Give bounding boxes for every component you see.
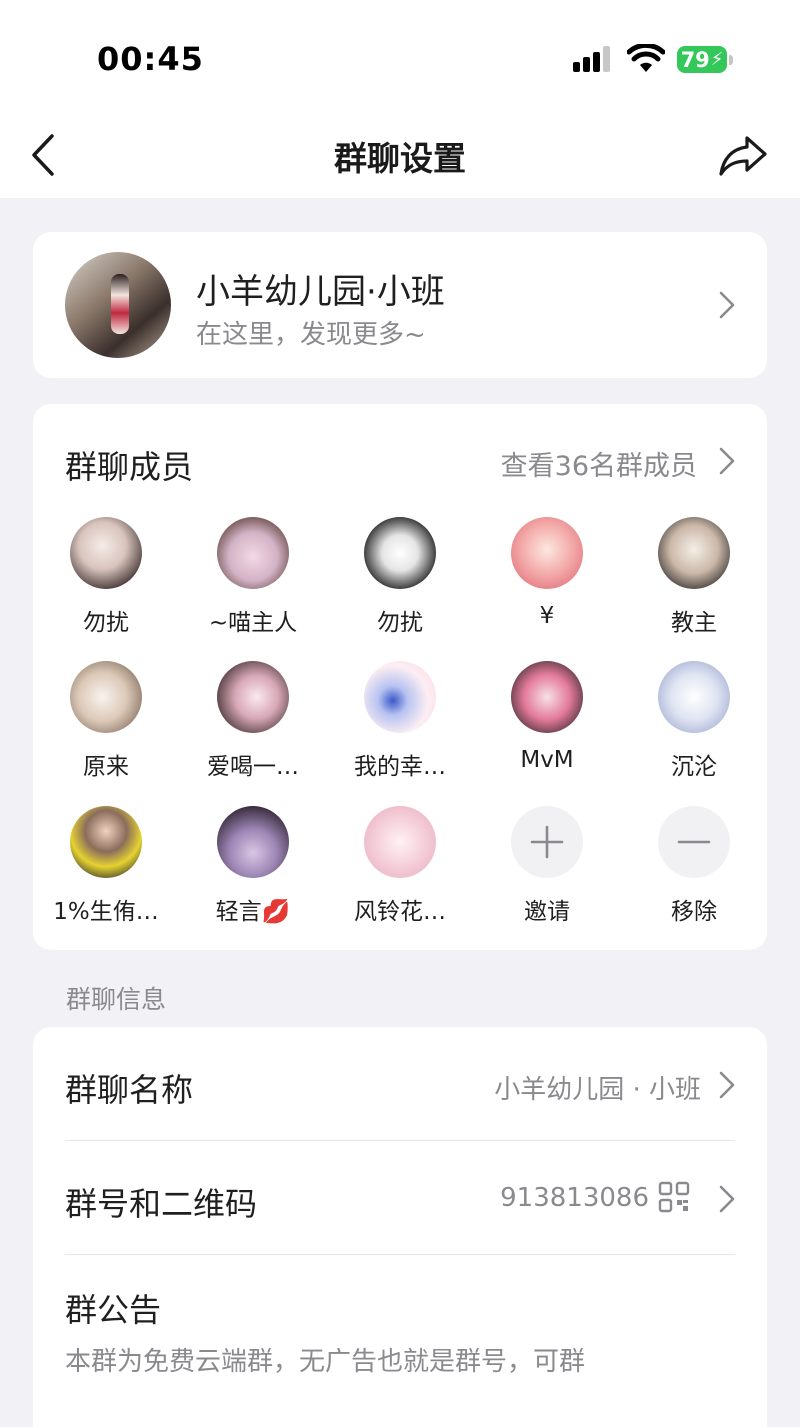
member-item[interactable]: 原来 <box>33 661 179 781</box>
member-avatar <box>217 517 289 589</box>
member-name: 我的幸… <box>354 754 446 780</box>
group-profile-card[interactable]: 小羊幼儿园·小班 在这里，发现更多~ <box>33 232 767 378</box>
member-name: 勿扰 <box>377 610 423 636</box>
share-arrow-icon[interactable] <box>717 132 769 178</box>
member-item[interactable]: ¥ <box>474 517 620 629</box>
group-notice-label: 群公告 <box>65 1291 162 1329</box>
group-info-card: 群聊名称 小羊幼儿园 · 小班 群号和二维码 913813086 群公告 本群为… <box>33 1027 767 1427</box>
member-name: 教主 <box>671 610 717 636</box>
invite-member-button[interactable]: 邀请 <box>474 806 620 926</box>
member-avatar <box>70 806 142 878</box>
battery-level: 79 <box>680 47 710 72</box>
member-item[interactable]: 我的幸… <box>327 661 473 781</box>
member-avatar <box>70 661 142 733</box>
member-name: 勿扰 <box>83 610 129 636</box>
battery-indicator: 79 ⚡ <box>677 46 727 73</box>
member-item[interactable]: 沉沦 <box>621 661 767 781</box>
member-item[interactable]: 爱喝一… <box>180 661 326 781</box>
plus-icon <box>511 806 583 878</box>
member-item[interactable]: 风铃花… <box>327 806 473 926</box>
charging-bolt-icon: ⚡ <box>710 49 724 70</box>
chevron-right-icon <box>719 1071 735 1099</box>
member-avatar <box>364 517 436 589</box>
members-title: 群聊成员 <box>65 448 194 486</box>
group-name: 小羊幼儿园·小班 <box>196 272 445 312</box>
member-name: 沉沦 <box>671 754 717 780</box>
member-name: ~喵主人 <box>208 610 298 636</box>
chevron-right-icon[interactable] <box>719 447 735 475</box>
member-item[interactable]: 勿扰 <box>327 517 473 637</box>
group-number-value: 913813086 <box>500 1183 649 1213</box>
battery-cap <box>729 55 733 65</box>
member-avatar <box>511 661 583 733</box>
group-name-label: 群聊名称 <box>65 1071 194 1109</box>
member-name: 爱喝一… <box>207 754 299 780</box>
remove-label: 移除 <box>671 899 717 925</box>
group-subtitle: 在这里，发现更多~ <box>196 320 426 350</box>
remove-member-button[interactable]: 移除 <box>621 806 767 926</box>
member-avatar <box>217 806 289 878</box>
member-item[interactable]: 教主 <box>621 517 767 637</box>
minus-icon <box>658 806 730 878</box>
member-avatar <box>364 806 436 878</box>
member-name: 风铃花… <box>354 899 446 925</box>
group-notice-text: 本群为免费云端群，无广告也就是群号，可群 <box>65 1347 586 1377</box>
status-time: 00:45 <box>97 40 204 78</box>
member-name: 轻言💋 <box>215 899 291 925</box>
wifi-icon <box>627 44 665 72</box>
member-name: 1%生侑… <box>53 899 159 925</box>
members-card: 群聊成员 查看36名群成员 勿扰 ~喵主人 勿扰 ¥ 教主 原来 爱喝一… 我的… <box>33 404 767 950</box>
invite-label: 邀请 <box>524 899 570 925</box>
member-item[interactable]: ~喵主人 <box>180 517 326 637</box>
qr-code-icon <box>658 1181 690 1213</box>
view-all-members-link[interactable]: 查看36名群成员 <box>501 444 697 483</box>
member-avatar <box>364 661 436 733</box>
member-name: ¥ <box>539 603 555 629</box>
group-number-label: 群号和二维码 <box>65 1185 258 1223</box>
chevron-right-icon <box>719 1185 735 1213</box>
section-label-group-info: 群聊信息 <box>66 985 167 1014</box>
member-avatar <box>70 517 142 589</box>
group-number-row[interactable]: 群号和二维码 913813086 <box>33 1141 767 1255</box>
member-item[interactable]: 勿扰 <box>33 517 179 637</box>
member-name: 原来 <box>83 754 129 780</box>
group-name-value: 小羊幼儿园 · 小班 <box>494 1075 701 1105</box>
member-name: MvM <box>520 747 574 773</box>
member-item[interactable]: 轻言💋 <box>180 806 326 926</box>
top-bar: 00:45 79 ⚡ 群聊设置 <box>0 0 800 198</box>
chevron-right-icon <box>719 291 735 319</box>
member-avatar <box>658 661 730 733</box>
member-avatar <box>658 517 730 589</box>
member-item[interactable]: MvM <box>474 661 620 773</box>
cellular-signal-icon <box>573 46 610 72</box>
group-avatar <box>65 252 171 358</box>
member-item[interactable]: 1%生侑… <box>33 806 179 926</box>
member-avatar <box>217 661 289 733</box>
group-name-row[interactable]: 群聊名称 小羊幼儿园 · 小班 <box>33 1027 767 1141</box>
page-title: 群聊设置 <box>334 139 466 178</box>
member-avatar <box>511 517 583 589</box>
